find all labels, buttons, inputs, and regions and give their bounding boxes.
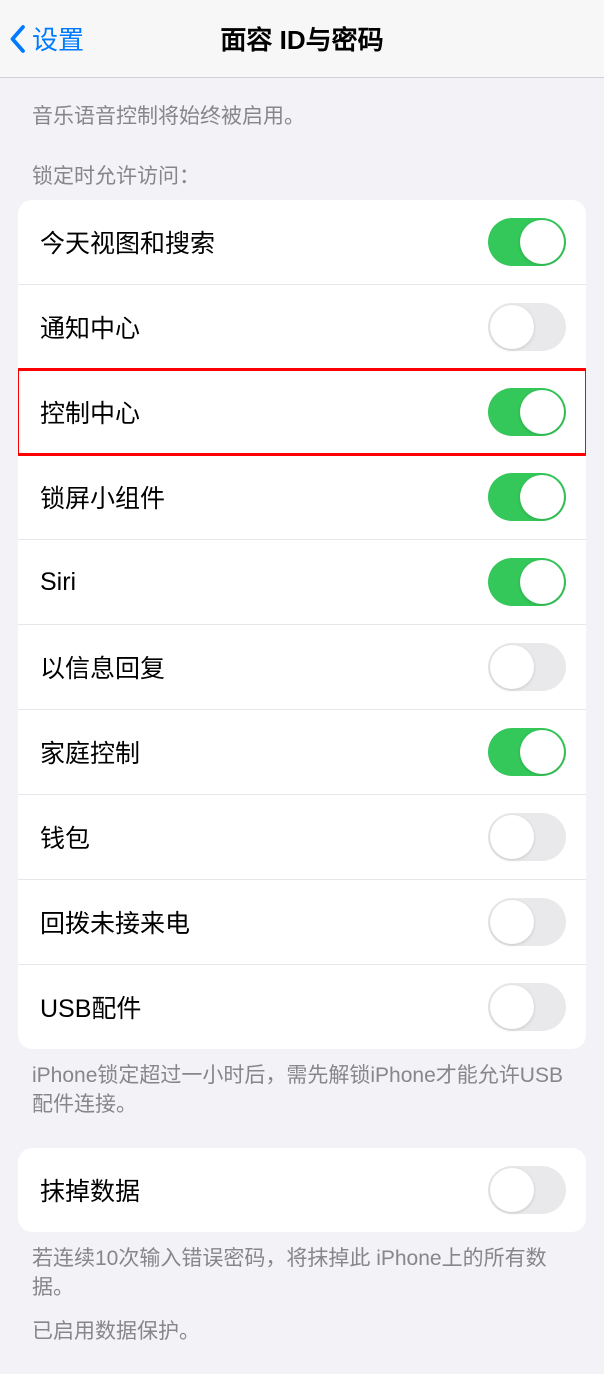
back-button[interactable]: 设置 [8, 20, 84, 57]
wallet-toggle[interactable] [488, 813, 566, 861]
toggle-knob [520, 390, 564, 434]
today-view-search-toggle[interactable] [488, 218, 566, 266]
return-missed-calls-toggle[interactable] [488, 898, 566, 946]
data-protection-note: 已启用数据保护。 [0, 1317, 604, 1374]
today-view-search-row: 今天视图和搜索 [18, 200, 586, 285]
toggle-knob [520, 220, 564, 264]
notification-center-row: 通知中心 [18, 285, 586, 370]
chevron-left-icon [8, 24, 26, 54]
reply-with-message-label: 以信息回复 [40, 649, 165, 685]
toggle-knob [520, 560, 564, 604]
reply-with-message-row: 以信息回复 [18, 625, 586, 710]
page-title: 面容 ID与密码 [220, 20, 383, 57]
usb-accessories-toggle[interactable] [488, 983, 566, 1031]
lock-screen-widgets-label: 锁屏小组件 [40, 479, 165, 515]
wallet-row: 钱包 [18, 795, 586, 880]
notification-center-label: 通知中心 [40, 309, 140, 345]
toggle-knob [490, 815, 534, 859]
erase-data-row: 抹掉数据 [18, 1148, 586, 1232]
toggle-knob [490, 645, 534, 689]
lock-access-group: 今天视图和搜索通知中心控制中心锁屏小组件 Siri 以信息回复家庭控制钱包回拨未接来… [18, 200, 586, 1049]
toggle-knob [490, 985, 534, 1029]
control-center-row: 控制中心 [18, 370, 586, 455]
usb-accessories-label: USB配件 [40, 989, 141, 1025]
home-control-label: 家庭控制 [40, 734, 140, 770]
notification-center-toggle[interactable] [488, 303, 566, 351]
reply-with-message-toggle[interactable] [488, 643, 566, 691]
back-label: 设置 [32, 20, 84, 57]
erase-group: 抹掉数据 [18, 1148, 586, 1232]
return-missed-calls-label: 回拨未接来电 [40, 904, 190, 940]
content: 音乐语音控制将始终被启用。 锁定时允许访问： 今天视图和搜索通知中心控制中心锁屏… [0, 78, 604, 1374]
usb-accessories-row: USB配件 [18, 965, 586, 1049]
return-missed-calls-row: 回拨未接来电 [18, 880, 586, 965]
toggle-knob [490, 305, 534, 349]
control-center-label: 控制中心 [40, 394, 140, 430]
toggle-knob [490, 900, 534, 944]
siri-row: Siri [18, 540, 586, 625]
lock-access-footer: iPhone锁定超过一小时后，需先解锁iPhone才能允许USB配件连接。 [0, 1049, 604, 1148]
siri-label: Siri [40, 568, 76, 597]
toggle-knob [520, 730, 564, 774]
lock-screen-widgets-row: 锁屏小组件 [18, 455, 586, 540]
lock-access-header: 锁定时允许访问： [0, 154, 604, 200]
home-control-row: 家庭控制 [18, 710, 586, 795]
toggle-knob [490, 1168, 534, 1212]
siri-toggle[interactable] [488, 558, 566, 606]
erase-data-label: 抹掉数据 [40, 1172, 140, 1208]
wallet-label: 钱包 [40, 819, 90, 855]
nav-header: 设置 面容 ID与密码 [0, 0, 604, 78]
erase-data-toggle[interactable] [488, 1166, 566, 1214]
erase-footer: 若连续10次输入错误密码，将抹掉此 iPhone上的所有数据。 [0, 1232, 604, 1317]
control-center-toggle[interactable] [488, 388, 566, 436]
lock-screen-widgets-toggle[interactable] [488, 473, 566, 521]
toggle-knob [520, 475, 564, 519]
home-control-toggle[interactable] [488, 728, 566, 776]
today-view-search-label: 今天视图和搜索 [40, 224, 215, 260]
voice-control-note: 音乐语音控制将始终被启用。 [0, 90, 604, 154]
